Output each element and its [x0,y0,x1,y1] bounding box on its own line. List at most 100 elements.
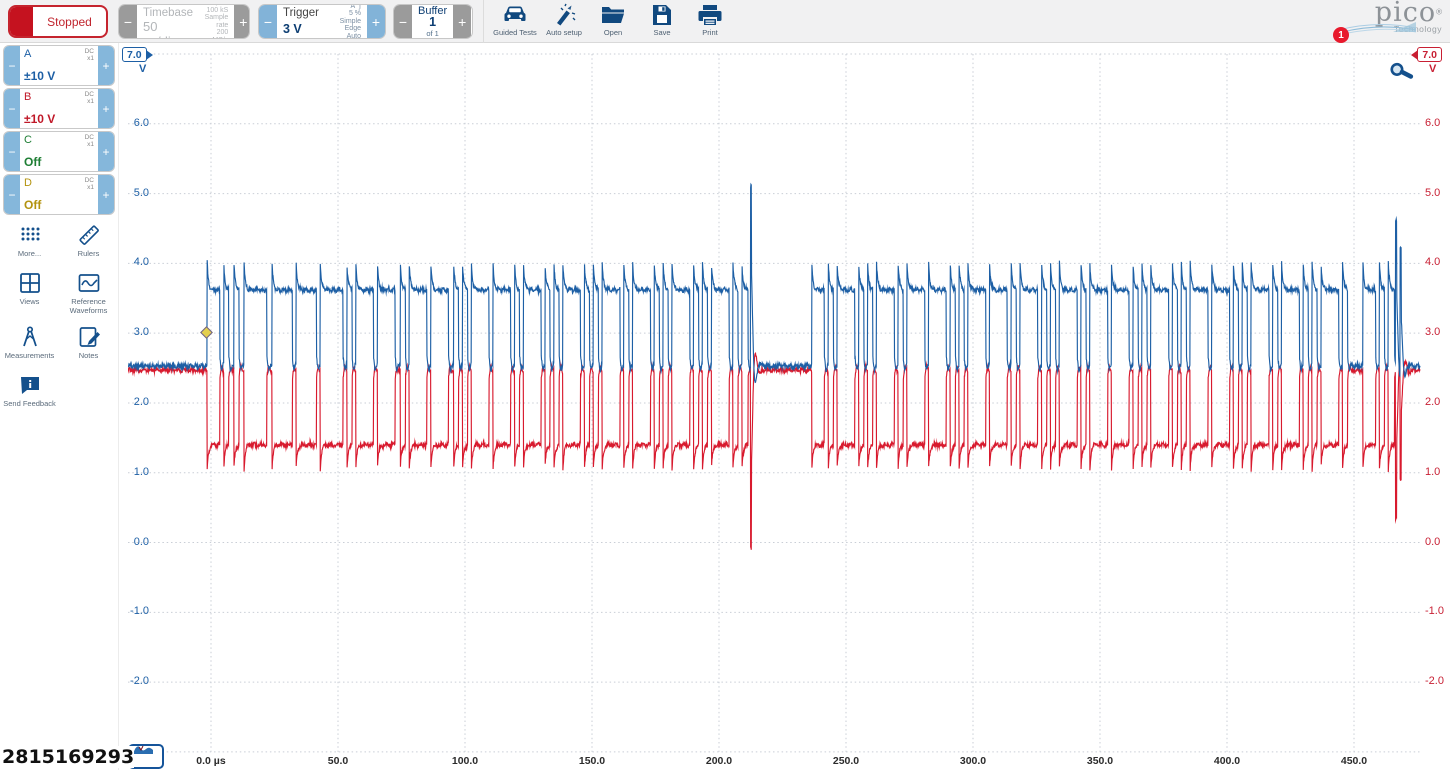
printer-icon [697,3,723,27]
channel-a-range: ±10 V [24,69,94,83]
zoom-magnifier-icon[interactable] [1389,59,1415,85]
timebase-title: Timebase [143,7,193,19]
channel-a-increase-button[interactable]: + [98,46,114,85]
samples-value: 100 kS [201,7,228,15]
send-feedback-button[interactable]: Send Feedback [0,373,59,411]
stopped-progress-block [10,7,33,36]
channel-a-decrease-button[interactable]: − [4,46,20,85]
more-button[interactable]: More... [0,223,59,261]
channel-b-card: − B DCx1 ±10 V + [3,88,115,129]
auto-setup-button[interactable]: Auto setup [538,3,590,37]
trigger-source: A [351,4,356,10]
logo-swoosh [1338,18,1418,34]
save-button[interactable]: Save [636,3,688,37]
buffer-next-button[interactable]: + [453,5,471,38]
trigger-increase-button[interactable]: + [367,5,385,38]
buffer-group: − Buffer 1 of 1 + [393,4,473,39]
save-label: Save [653,28,670,37]
channel-a-coupling: DC [85,48,94,55]
auto-setup-label: Auto setup [546,28,582,37]
trigger-threshold: 5 % [327,10,361,18]
left-axis-unit: V [139,63,146,75]
channel-d-panel[interactable]: D DCx1 Off [20,175,98,214]
channel-d-decrease-button[interactable]: − [4,175,20,214]
timebase-increase-button[interactable]: + [234,5,250,38]
channel-b-coupling: DC [85,91,94,98]
sidebar-tools: More... Rulers Views Reference Waveforms… [0,223,118,411]
right-axis-unit: V [1429,63,1436,75]
channel-d-coupling: DC [85,177,94,184]
toolbar-separator [483,0,484,43]
open-button[interactable]: Open [587,3,639,37]
print-button[interactable]: Print [684,3,736,37]
channel-c-panel[interactable]: C DCx1 Off [20,132,98,171]
views-label: Views [20,297,40,306]
device-serial-number: 2815169293 [2,746,134,768]
channel-c-decrease-button[interactable]: − [4,132,20,171]
channel-a-panel[interactable]: A DCx1 ±10 V [20,46,98,85]
ruler-icon [77,223,101,247]
magic-wand-icon [551,3,577,27]
left-axis-top-handle[interactable]: 7.0 [122,47,147,62]
trigger-panel[interactable]: Trigger 3 V A ∫ 5 % Simple Edge Auto [277,5,367,38]
channel-c-letter: C [24,134,32,148]
measurements-button[interactable]: Measurements [0,325,59,363]
calipers-icon [18,325,42,349]
right-axis-top-handle[interactable]: 7.0 [1417,47,1442,62]
notification-badge[interactable]: 1 [1333,27,1349,43]
rulers-button[interactable]: Rulers [59,223,118,261]
timebase-decrease-button[interactable]: − [119,5,137,38]
dots-grid-icon [18,223,42,247]
buffer-panel[interactable]: Buffer 1 of 1 [412,5,453,38]
print-label: Print [702,28,717,37]
channel-b-increase-button[interactable]: + [98,89,114,128]
notes-icon [77,325,101,349]
channel-d-probe: x1 [87,184,94,191]
trigger-edge-icon: ∫ [359,4,361,10]
channel-b-probe: x1 [87,98,94,105]
reference-waveforms-label: Reference Waveforms [59,297,118,315]
reference-waveforms-button[interactable]: Reference Waveforms [59,271,118,315]
channel-c-increase-button[interactable]: + [98,132,114,171]
views-button[interactable]: Views [0,271,59,315]
feedback-bubble-icon [18,373,42,397]
save-file-icon [649,3,675,27]
measurements-label: Measurements [5,351,55,360]
channel-d-letter: D [24,177,32,191]
rulers-label: Rulers [78,249,100,258]
guided-tests-button[interactable]: Guided Tests [489,3,541,37]
sample-rate-label: Sample rate [201,14,228,29]
car-icon [502,3,528,27]
sample-rate-value: 200 MS/s [201,29,228,39]
left-arrowhead-icon [1411,50,1418,60]
open-folder-icon [600,3,626,27]
channel-b-range: ±10 V [24,112,94,126]
channel-b-decrease-button[interactable]: − [4,89,20,128]
notes-button[interactable]: Notes [59,325,118,363]
buffer-value: 1 [418,17,447,28]
trigger-decrease-button[interactable]: − [259,5,277,38]
stopped-button[interactable]: Stopped [8,5,108,38]
channel-b-letter: B [24,91,31,105]
guided-tests-label: Guided Tests [493,28,537,37]
channel-c-probe: x1 [87,141,94,148]
notes-label: Notes [79,351,99,360]
overview-waveform-icon [131,740,161,756]
stopped-label: Stopped [33,15,106,29]
views-grid-icon [18,271,42,295]
trigger-title: Trigger [283,7,319,19]
pico-technology-logo: pico® Technology [1346,0,1442,42]
channel-a-probe: x1 [87,55,94,62]
timebase-panel[interactable]: Timebase 50 µs/div Samples 100 kS Sample… [137,5,234,38]
send-feedback-label: Send Feedback [3,399,56,408]
trigger-group: − Trigger 3 V A ∫ 5 % Simple Edge Auto + [258,4,386,39]
buffer-previous-button[interactable]: − [394,5,412,38]
left-axis-top-value: 7.0 [127,49,142,61]
channel-d-increase-button[interactable]: + [98,175,114,214]
channel-d-range: Off [24,198,94,212]
channel-b-panel[interactable]: B DCx1 ±10 V [20,89,98,128]
channel-c-card: − C DCx1 Off + [3,131,115,172]
channel-c-range: Off [24,155,94,169]
waveform-canvas[interactable] [119,43,1450,770]
trigger-mode: Simple Edge [327,18,361,33]
